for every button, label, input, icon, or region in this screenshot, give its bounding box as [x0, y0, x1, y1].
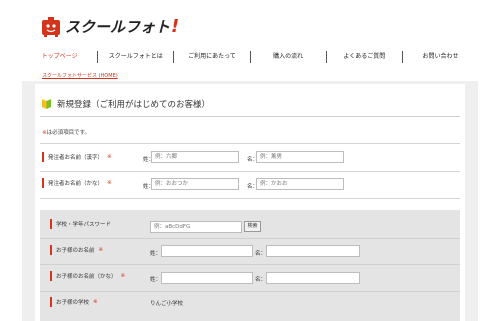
nav-item-contact[interactable]: お問い合わせ: [403, 51, 478, 63]
row-divider: [40, 291, 460, 292]
row-divider: [40, 143, 460, 144]
first-name-prefix: 名：: [255, 251, 267, 257]
child-last-name-kana-input[interactable]: [161, 272, 253, 284]
child-first-name-input[interactable]: [266, 245, 360, 257]
label-text: お子様のお名前: [56, 248, 95, 254]
child-first-name-kana-input[interactable]: [266, 272, 360, 284]
nav-item-about[interactable]: スクールフォトとは: [98, 51, 175, 63]
school-password-label: 学校・学年パスワード: [50, 219, 111, 229]
last-name-prefix: 姓：: [150, 251, 162, 257]
orderer-last-name-kana-input[interactable]: [151, 178, 239, 190]
first-name-prefix: 名：: [255, 277, 267, 283]
child-school-value: りんご小学校: [150, 301, 184, 307]
label-accent-bar: [50, 271, 52, 281]
required-mark: ※: [93, 299, 98, 305]
label-accent-bar: [42, 178, 44, 188]
nav-item-usage[interactable]: ご利用にあたって: [174, 51, 251, 63]
orderer-name-kanji-label: 発注者お名前（漢字） ※: [42, 152, 112, 162]
row-divider: [40, 238, 460, 239]
label-text: 学校・学年パスワード: [56, 222, 112, 228]
row-divider: [40, 264, 460, 265]
breadcrumb-home-link[interactable]: スクールフォトサービス (HOME): [42, 72, 118, 79]
orderer-name-kana-label: 発注者お名前（かな） ※: [42, 178, 112, 188]
label-accent-bar: [50, 219, 52, 229]
orderer-first-name-kanji-input[interactable]: [256, 151, 344, 163]
nav-item-faq[interactable]: よくあるご質問: [327, 51, 403, 63]
required-mark: ※: [107, 180, 112, 186]
nav-item-purchase-flow[interactable]: 購入の流れ: [251, 51, 327, 63]
school-password-input[interactable]: [150, 221, 242, 233]
label-text: お子様の学校: [56, 300, 90, 306]
orderer-last-name-kanji-input[interactable]: [151, 151, 239, 163]
required-mark: ※: [98, 247, 104, 253]
child-name-label: お子様のお名前 ※: [50, 245, 103, 255]
beginner-leaf-icon: [42, 99, 51, 109]
label-text: 発注者お名前（かな）: [48, 181, 104, 187]
search-button[interactable]: 検索: [244, 221, 261, 232]
logo-text: スクールフォト: [65, 17, 171, 36]
section-title: 新規登録（ご利用がはじめてのお客様）: [42, 98, 210, 110]
nav-item-top[interactable]: トップページ: [22, 51, 99, 63]
label-text: 発注者お名前（漢字）: [48, 155, 104, 161]
row-divider: [40, 171, 460, 172]
logo-exclamation: !: [171, 15, 180, 37]
global-nav: トップページ スクールフォトとは ご利用にあたって 購入の流れ よくあるご質問 …: [22, 48, 478, 66]
label-accent-bar: [50, 245, 52, 255]
label-text: お子様のお名前（かな）: [56, 274, 117, 280]
row-divider: [40, 198, 460, 199]
child-school-label: お子様の学校 ※: [50, 297, 98, 307]
required-note: ※は必須項目です。: [42, 128, 90, 136]
section-title-text: 新規登録（ご利用がはじめてのお客様）: [57, 100, 211, 110]
label-accent-bar: [42, 152, 44, 162]
site-logo[interactable]: スクールフォト !: [40, 13, 179, 39]
child-name-kana-label: お子様のお名前（かな） ※: [50, 271, 125, 281]
last-name-prefix: 姓：: [150, 277, 162, 283]
title-divider: [40, 116, 460, 117]
orderer-first-name-kana-input[interactable]: [256, 178, 344, 190]
camera-mascot-icon: [42, 17, 60, 37]
label-accent-bar: [50, 297, 52, 307]
required-mark: ※: [120, 273, 126, 279]
required-note-text: は必須項目です。: [46, 130, 91, 136]
required-mark: ※: [107, 154, 112, 160]
child-last-name-input[interactable]: [161, 245, 253, 257]
